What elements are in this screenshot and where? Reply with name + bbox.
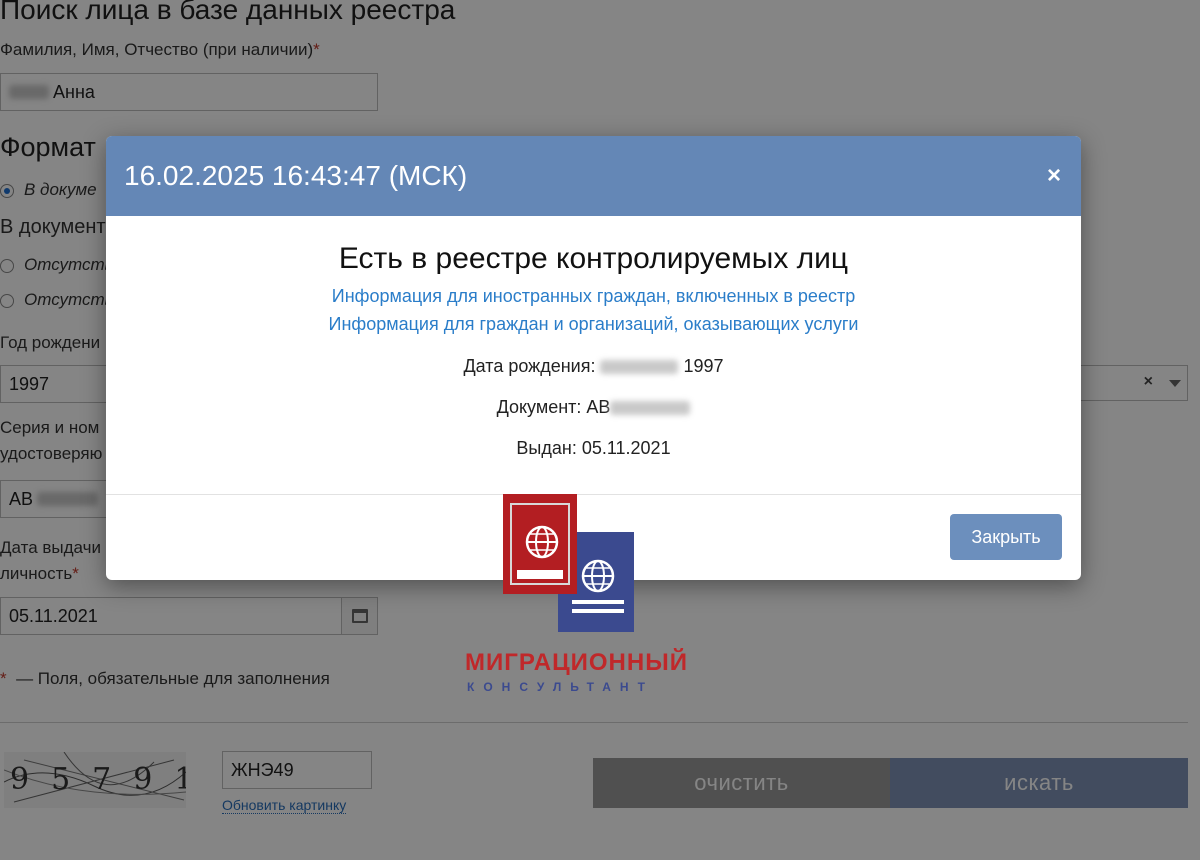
issued-line: Выдан: 05.11.2021 (516, 438, 671, 458)
link-foreign-citizens-info[interactable]: Информация для иностранных граждан, вклю… (106, 282, 1081, 310)
result-title: Есть в реестре контролируемых лиц (338, 242, 849, 275)
modal-title: 16.02.2025 16:43:47 (МСК) (124, 160, 468, 191)
migration-consultant-logo: МИГРАЦИОННЫЙ КОНСУЛЬТАНТ (460, 494, 687, 704)
passports-icon (503, 494, 634, 632)
modal-body: Есть в реестре контролируемых лиц Информ… (106, 216, 1081, 495)
logo-text-sub: КОНСУЛЬТАНТ (467, 680, 654, 694)
modal-header: 16.02.2025 16:43:47 (МСК) × (106, 136, 1081, 216)
dob-line: Дата рождения: 1997 (463, 356, 724, 376)
close-button[interactable]: Закрыть (950, 514, 1062, 560)
document-line: Документ: АВ (106, 393, 1081, 421)
redacted-document (610, 401, 691, 416)
logo-text-main: МИГРАЦИОННЫЙ (465, 649, 688, 676)
link-service-providers-info[interactable]: Информация для граждан и организаций, ок… (106, 310, 1081, 338)
close-icon[interactable]: × (1047, 164, 1061, 188)
redacted-dob (600, 360, 679, 375)
